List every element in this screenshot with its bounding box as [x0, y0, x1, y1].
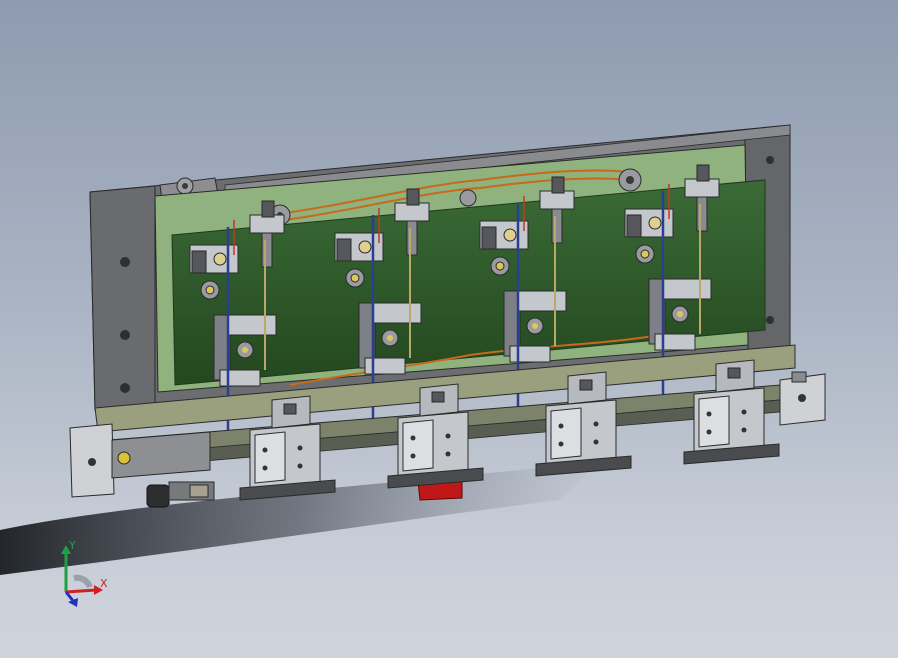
x-axis-label: X: [100, 577, 108, 590]
x-axis-line: [65, 588, 97, 594]
triad-arc: [73, 574, 93, 589]
back-frame-left-upright: [89, 185, 156, 411]
right-end-fitting: [779, 371, 826, 426]
assembly-model[interactable]: [0, 0, 898, 658]
graphics-viewport[interactable]: Y X: [0, 0, 898, 658]
coordinate-triad-icon: Y X: [61, 540, 108, 607]
y-axis-label: Y: [68, 540, 76, 552]
